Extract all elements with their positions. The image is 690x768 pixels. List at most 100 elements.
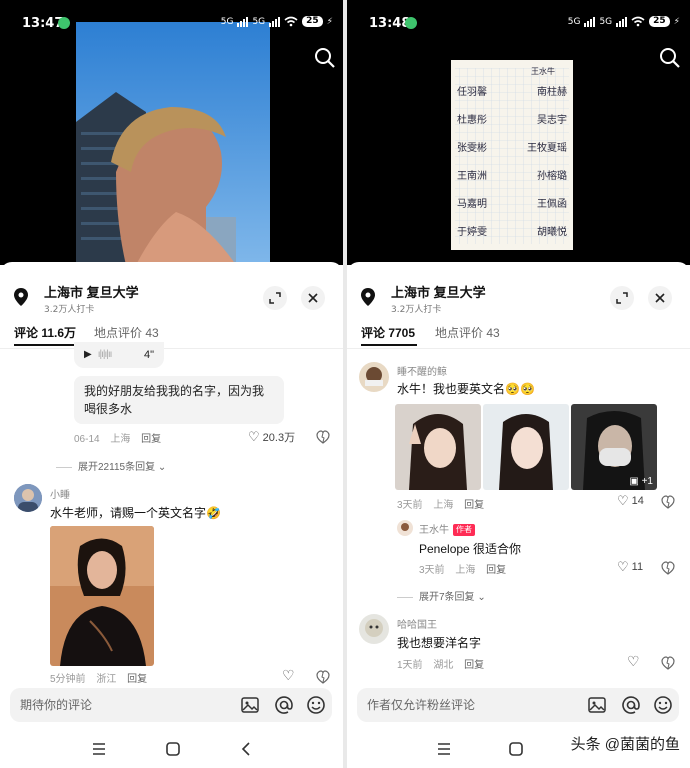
heart-icon-right-2[interactable]: ♡ bbox=[627, 653, 640, 670]
comment-tabs-right: 评论 7705 地点评价 43 bbox=[361, 320, 690, 348]
dislike-icon-right-1[interactable] bbox=[661, 495, 675, 509]
avatar[interactable] bbox=[14, 484, 42, 512]
status-icons-right: 5G 5G 25 ⚡ bbox=[568, 16, 680, 27]
comment-image-1[interactable] bbox=[395, 404, 481, 490]
comment-text-bubble: 我的好朋友给我我的名字，因为我 喝很多水 bbox=[74, 376, 284, 424]
home-icon-right[interactable] bbox=[507, 740, 525, 758]
dislike-icon[interactable] bbox=[316, 430, 330, 444]
comment-image-2[interactable] bbox=[483, 404, 569, 490]
image-picker-icon-right[interactable] bbox=[587, 695, 607, 715]
charging-icon-right: ⚡ bbox=[673, 16, 680, 27]
comment-username[interactable]: 小睡 bbox=[50, 486, 70, 501]
search-icon-left[interactable] bbox=[313, 46, 337, 70]
status-bar-right: 13:48 5G 5G 25 ⚡ bbox=[347, 0, 690, 34]
tab-place-reviews-right[interactable]: 地点评价 43 bbox=[435, 324, 500, 341]
menu-icon-right[interactable] bbox=[435, 740, 453, 758]
comment-input-bar[interactable] bbox=[10, 688, 332, 722]
comment-meta: 06-14 上海 回复 bbox=[74, 430, 169, 445]
like-button-reply[interactable]: ♡ 11 bbox=[617, 559, 643, 575]
menu-icon[interactable] bbox=[90, 740, 108, 758]
left-screenshot: 13:47 5G 5G 25 ⚡ 上海市 复旦大学 3.2万人打卡 评论 11.… bbox=[0, 0, 343, 768]
watermark: 头条 @菌菌的鱼 bbox=[571, 733, 680, 754]
comment-input-right[interactable] bbox=[367, 688, 567, 722]
avatar-author[interactable] bbox=[397, 520, 413, 536]
emoji-icon[interactable] bbox=[306, 695, 326, 715]
close-button[interactable] bbox=[301, 286, 325, 310]
woman-portrait-image bbox=[50, 526, 154, 666]
comment-image-3[interactable]: ▣ +1 bbox=[571, 404, 657, 490]
comment-username-right-1[interactable]: 睡不醒的鲸 bbox=[397, 363, 447, 378]
comment2-heart-icon[interactable]: ♡ bbox=[282, 667, 295, 684]
comment2-dislike-icon[interactable] bbox=[316, 670, 330, 684]
comment-place-right-2: 湖北 bbox=[433, 660, 454, 671]
expand-button-right[interactable] bbox=[610, 286, 634, 310]
paper-name: 于婷雯 bbox=[457, 226, 487, 238]
location-pin-icon bbox=[14, 288, 28, 306]
reply-username[interactable]: 王水牛 作者 bbox=[419, 521, 475, 537]
comment-time-right-2: 1天前 bbox=[397, 660, 423, 671]
status-icons: 5G 5G 25 ⚡ bbox=[221, 16, 333, 27]
avatar-image-author bbox=[397, 520, 413, 536]
expand-icon bbox=[269, 292, 281, 304]
comment-text-right-2: 我也想要洋名字 bbox=[397, 636, 482, 650]
location-title[interactable]: 上海市 复旦大学 bbox=[44, 282, 139, 301]
reply-button[interactable]: 回复 bbox=[141, 434, 161, 445]
reply-button-right-2[interactable]: 回复 bbox=[464, 660, 484, 671]
more-images-count: +1 bbox=[641, 476, 653, 487]
reply-reply-button[interactable]: 回复 bbox=[486, 565, 506, 576]
avatar-right-2[interactable] bbox=[359, 614, 389, 644]
location-header[interactable]: 上海市 复旦大学 3.2万人打卡 bbox=[14, 272, 331, 315]
reply-time: 3天前 bbox=[419, 565, 445, 576]
battery-icon-right: 25 bbox=[649, 16, 670, 27]
comment-input[interactable] bbox=[20, 688, 220, 722]
active-tab-indicator bbox=[14, 344, 74, 346]
search-icon[interactable] bbox=[658, 46, 682, 70]
paper-name: 吴志宇 bbox=[537, 114, 567, 126]
like-button-right-1[interactable]: ♡ 14 bbox=[617, 493, 644, 509]
expand-button[interactable] bbox=[263, 286, 287, 310]
location-title-right[interactable]: 上海市 复旦大学 bbox=[391, 282, 486, 301]
close-button-right[interactable] bbox=[648, 286, 672, 310]
expand-replies-right-label: 展开7条回复 bbox=[419, 592, 475, 603]
play-icon[interactable]: ▶ bbox=[84, 346, 92, 364]
paper-name: 马嘉明 bbox=[457, 198, 487, 210]
wechat-icon bbox=[58, 17, 70, 29]
video-frame-man-selfie[interactable] bbox=[76, 22, 270, 265]
paper-name: 杜惠彤 bbox=[457, 114, 487, 126]
paper-row: 任羽馨 南柱赫 bbox=[457, 76, 567, 104]
avatar-image bbox=[14, 484, 42, 512]
comment-meta-right-1: 3天前 上海 回复 bbox=[397, 496, 492, 511]
heart-icon: ♡ bbox=[248, 429, 260, 444]
location-header-right[interactable]: 上海市 复旦大学 3.2万人打卡 bbox=[361, 272, 678, 315]
expand-replies-right[interactable]: 展开7条回复 ⌄ bbox=[397, 588, 486, 603]
emoji-icon-right[interactable] bbox=[653, 695, 673, 715]
comment-username-right-2[interactable]: 哈哈国王 bbox=[397, 616, 437, 631]
comment-time-right-1: 3天前 bbox=[397, 500, 423, 511]
image-picker-icon[interactable] bbox=[240, 695, 260, 715]
like-button[interactable]: ♡ 20.3万 bbox=[248, 429, 295, 445]
mention-icon-right[interactable] bbox=[621, 695, 641, 715]
voice-message[interactable]: ▶ ı|ı|ı|ıı 4" bbox=[74, 342, 164, 368]
comment-image[interactable] bbox=[50, 526, 154, 666]
comment-input-bar-right[interactable] bbox=[357, 688, 679, 722]
mention-icon[interactable] bbox=[274, 695, 294, 715]
home-icon[interactable] bbox=[164, 740, 182, 758]
man-selfie-image bbox=[76, 22, 270, 265]
comment-text: 水牛老师，请赐一个英文名字🤣 bbox=[50, 506, 221, 520]
tab-place-reviews[interactable]: 地点评价 43 bbox=[94, 324, 159, 341]
tabs-divider bbox=[0, 348, 343, 349]
tab-comments[interactable]: 评论 11.6万 bbox=[14, 324, 76, 341]
expand-replies[interactable]: 展开22115条回复 ⌄ bbox=[56, 458, 166, 473]
reply-button-right-1[interactable]: 回复 bbox=[464, 500, 484, 511]
comment2-reply-button[interactable]: 回复 bbox=[127, 674, 147, 685]
video-frame-name-paper[interactable]: 王水牛 任羽馨 南柱赫 杜惠彤 吴志宇 张雯彬 王牧夏瑶 王南洲 孙榕璐 马嘉明 王佩函 于婷雯 胡曦悦 bbox=[451, 60, 573, 250]
back-icon[interactable] bbox=[238, 740, 256, 758]
tab-comments-right[interactable]: 评论 7705 bbox=[361, 324, 415, 341]
signal-icon-right-2 bbox=[616, 16, 628, 27]
avatar-right-1[interactable] bbox=[359, 362, 389, 392]
system-navbar bbox=[0, 728, 343, 768]
dislike-icon-reply[interactable] bbox=[661, 561, 675, 575]
dislike-icon-right-2[interactable] bbox=[661, 656, 675, 670]
video-area-right[interactable]: 王水牛 任羽馨 南柱赫 杜惠彤 吴志宇 张雯彬 王牧夏瑶 王南洲 孙榕璐 马嘉明 王佩函 于婷雯 胡曦悦… bbox=[347, 0, 690, 265]
video-area[interactable]: 13:47 5G 5G 25 ⚡ bbox=[0, 0, 343, 265]
